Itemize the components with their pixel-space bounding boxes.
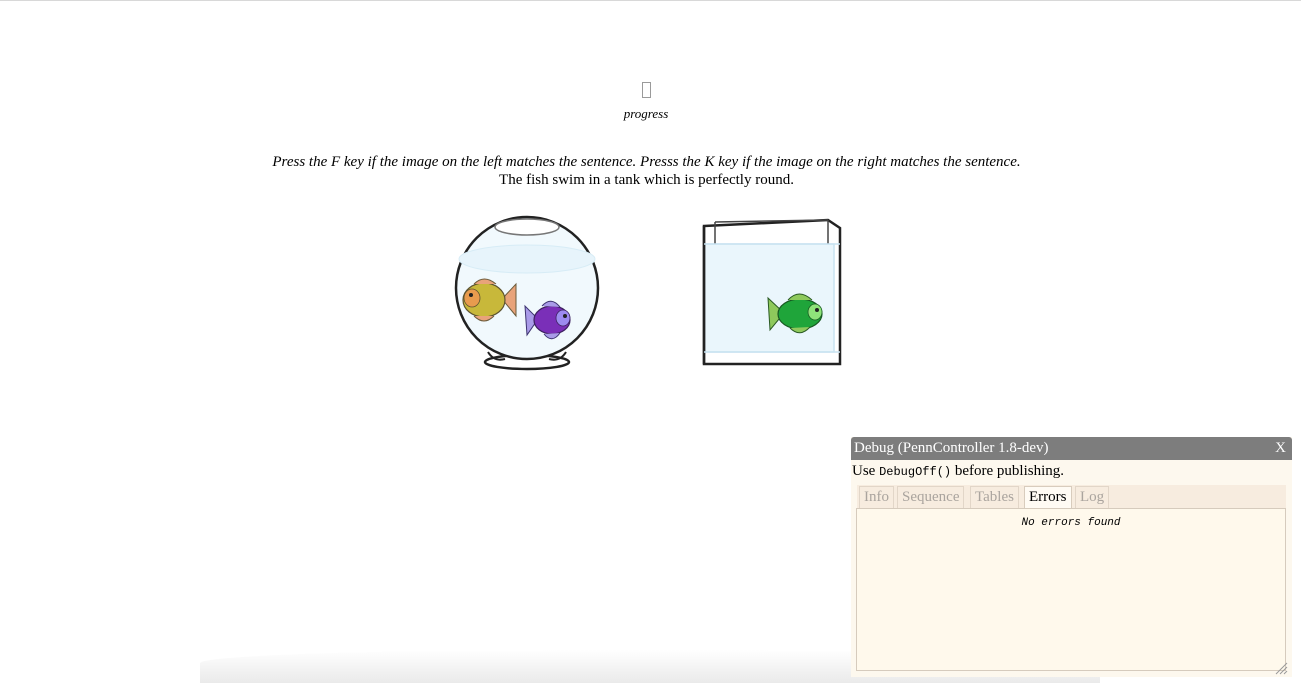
tab-sequence[interactable]: Sequence	[897, 486, 965, 508]
tab-log[interactable]: Log	[1075, 486, 1110, 508]
debug-title: Debug (PennController 1.8-dev)	[854, 440, 1049, 456]
debug-note-code: DebugOff()	[879, 465, 952, 479]
target-sentence: The fish swim in a tank which is perfect…	[499, 172, 794, 188]
debug-tab-content: No errors found	[856, 508, 1286, 671]
progress-label: progress	[623, 106, 669, 121]
debug-note-prefix: Use	[852, 463, 876, 479]
debug-header[interactable]: Debug (PennController 1.8-dev) X	[851, 437, 1292, 460]
debug-note: Use DebugOff() before publishing.	[851, 461, 1292, 482]
left-choice-image[interactable]	[450, 212, 604, 374]
tab-errors[interactable]: Errors	[1024, 486, 1072, 508]
resize-handle-icon[interactable]	[1274, 661, 1288, 675]
debug-panel: Debug (PennController 1.8-dev) X Use Deb…	[851, 437, 1292, 677]
progress-bar	[641, 82, 651, 98]
progress-indicator: progress	[600, 82, 692, 122]
debug-close-button[interactable]: X	[1275, 437, 1286, 460]
top-border	[0, 0, 1301, 1]
instructions-text: Press the F key if the image on the left…	[272, 154, 1021, 170]
debug-note-suffix: before publishing.	[954, 463, 1064, 479]
errors-message: No errors found	[1021, 517, 1121, 529]
right-choice-image[interactable]	[698, 214, 846, 368]
debug-tabs: Info Sequence Tables Errors Log	[857, 485, 1286, 508]
tab-tables[interactable]: Tables	[970, 486, 1019, 508]
tab-info[interactable]: Info	[859, 486, 894, 508]
